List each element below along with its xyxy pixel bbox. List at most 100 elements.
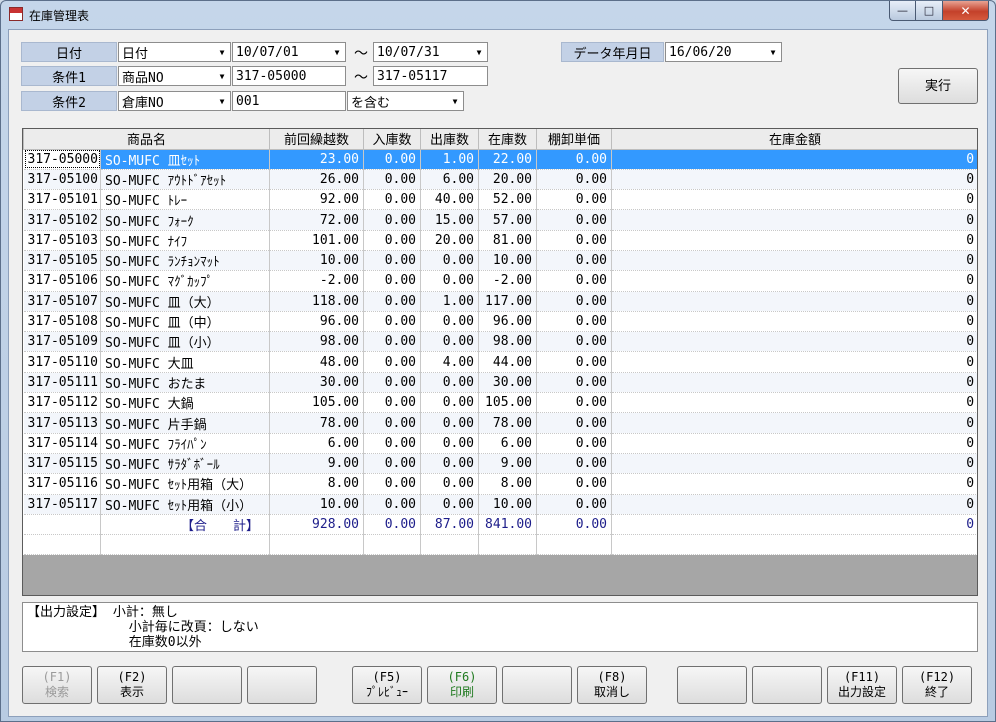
cell-product-name[interactable]: SO-MUFC ﾄﾚｰ (100, 189, 271, 211)
cell-unit-price[interactable]: 0.00 (536, 372, 613, 394)
cell-shipped[interactable]: 0.00 (420, 311, 480, 333)
header-received[interactable]: 入庫数 (363, 129, 422, 150)
cell-unit-price[interactable]: 0.00 (536, 392, 613, 414)
cell-product-name[interactable]: SO-MUFC 皿ｾｯﾄ (100, 149, 271, 170)
table-row[interactable]: 317-05117 SO-MUFC ｾｯﾄ用箱（小） 10.00 0.00 0.00 10… (23, 494, 977, 515)
table-row[interactable]: 317-05102 SO-MUFC ﾌｫｰｸ 72.00 0.00 15.00 57.00… (23, 209, 977, 231)
cell-shipped[interactable]: 0.00 (420, 412, 480, 434)
empty-row[interactable] (23, 534, 977, 556)
cell-shipped[interactable]: 0.00 (420, 250, 480, 272)
cell-product-name[interactable]: SO-MUFC おたま (100, 372, 271, 394)
cell-stock-value[interactable]: 0 (611, 250, 977, 272)
cell-shipped[interactable]: 0.00 (420, 392, 480, 414)
cell-stock[interactable]: 52.00 (478, 189, 538, 211)
chevron-down-icon[interactable]: ▼ (329, 43, 345, 61)
cell-received[interactable]: 0.00 (363, 291, 422, 312)
cell-unit-price[interactable]: 0.00 (536, 250, 613, 272)
cell-unit-price[interactable]: 0.00 (536, 311, 613, 333)
cell-unit-price[interactable]: 0.00 (536, 209, 613, 231)
cell-received[interactable]: 0.00 (363, 392, 422, 414)
cell-product-no[interactable]: 317-05114 (23, 433, 101, 454)
cell-unit-price[interactable]: 0.00 (536, 270, 613, 292)
table-row[interactable]: 317-05113 SO-MUFC 片手鍋 78.00 0.00 0.00 78.00 0.… (23, 412, 977, 434)
cell-stock-value[interactable]: 0 (611, 331, 977, 353)
header-stock-value[interactable]: 在庫金額 (611, 129, 977, 150)
cell-unit-price[interactable]: 0.00 (536, 149, 613, 170)
table-row[interactable]: 317-05101 SO-MUFC ﾄﾚｰ 92.00 0.00 40.00 52.00 0… (23, 189, 977, 211)
cell-received[interactable]: 0.00 (363, 189, 422, 211)
cell-product-name[interactable]: SO-MUFC ｾｯﾄ用箱（小） (100, 494, 271, 515)
cell-stock[interactable]: 96.00 (478, 311, 538, 333)
cell-stock-value[interactable]: 0 (611, 433, 977, 454)
cell-product-no[interactable]: 317-05106 (23, 270, 101, 292)
cell-stock[interactable]: -2.00 (478, 270, 538, 292)
cell-product-name[interactable]: SO-MUFC ｱｳﾄﾄﾞｱｾｯﾄ (100, 169, 271, 191)
cell-stock-value[interactable]: 0 (611, 270, 977, 292)
cell-product-no[interactable]: 317-05101 (23, 189, 101, 211)
cell-shipped[interactable]: 0.00 (420, 270, 480, 292)
empty-cell[interactable] (611, 534, 977, 556)
cell-product-no[interactable]: 317-05115 (23, 453, 101, 475)
cell-shipped[interactable]: 40.00 (420, 189, 480, 211)
cell-stock[interactable]: 10.00 (478, 250, 538, 272)
cell-stock[interactable]: 81.00 (478, 230, 538, 251)
condition1-to-input[interactable]: 317-05117 (373, 66, 488, 86)
function-key-f11-button[interactable]: (F11) 出力設定 (827, 666, 897, 704)
function-key-f8-button[interactable]: (F8) 取消し (577, 666, 647, 704)
cell-carryover[interactable]: 101.00 (269, 230, 365, 251)
cell-product-no[interactable]: 317-05103 (23, 230, 101, 251)
chevron-down-icon[interactable]: ▼ (214, 67, 230, 85)
table-row[interactable]: 317-05116 SO-MUFC ｾｯﾄ用箱（大） 8.00 0.00 0.00 8.0… (23, 473, 977, 495)
empty-cell[interactable] (478, 534, 538, 556)
cell-shipped[interactable]: 15.00 (420, 209, 480, 231)
cell-stock-value[interactable]: 0 (611, 372, 977, 394)
cell-unit-price[interactable]: 0.00 (536, 433, 613, 454)
empty-cell[interactable] (100, 534, 271, 556)
cell-stock[interactable]: 9.00 (478, 453, 538, 475)
cell-received[interactable]: 0.00 (363, 494, 422, 515)
empty-cell[interactable] (363, 534, 422, 556)
condition2-value-input[interactable]: 001 (232, 91, 346, 111)
cell-stock-value[interactable]: 0 (611, 392, 977, 414)
cell-received[interactable]: 0.00 (363, 473, 422, 495)
function-key-f2-button[interactable]: (F2) 表示 (97, 666, 167, 704)
cell-stock[interactable]: 30.00 (478, 372, 538, 394)
cell-shipped[interactable]: 1.00 (420, 291, 480, 312)
header-stock[interactable]: 在庫数 (478, 129, 538, 150)
cell-received[interactable]: 0.00 (363, 250, 422, 272)
cell-stock-value[interactable]: 0 (611, 412, 977, 434)
run-button[interactable]: 実行 (898, 68, 978, 104)
cell-product-name[interactable]: SO-MUFC 大皿 (100, 351, 271, 373)
cell-carryover[interactable]: 72.00 (269, 209, 365, 231)
cell-stock-value[interactable]: 0 (611, 453, 977, 475)
cell-product-no[interactable]: 317-05117 (23, 494, 101, 515)
cell-product-no[interactable]: 317-05000 (23, 149, 101, 170)
cell-stock[interactable]: 105.00 (478, 392, 538, 414)
cell-product-name[interactable]: SO-MUFC 皿（中） (100, 311, 271, 333)
close-button[interactable]: ✕ (943, 1, 989, 21)
cell-received[interactable]: 0.00 (363, 230, 422, 251)
cell-carryover[interactable]: 8.00 (269, 473, 365, 495)
cell-carryover[interactable]: -2.00 (269, 270, 365, 292)
cell-received[interactable]: 0.00 (363, 311, 422, 333)
cell-product-no[interactable]: 317-05113 (23, 412, 101, 434)
table-row[interactable]: 317-05106 SO-MUFC ﾏｸﾞｶｯﾌﾟ -2.00 0.00 0.00 -2.… (23, 270, 977, 292)
cell-received[interactable]: 0.00 (363, 270, 422, 292)
table-row[interactable]: 317-05105 SO-MUFC ﾗﾝﾁｮﾝﾏｯﾄ 10.00 0.00 0.00 10… (23, 250, 977, 272)
cell-stock-value[interactable]: 0 (611, 209, 977, 231)
cell-carryover[interactable]: 23.00 (269, 149, 365, 170)
cell-carryover[interactable]: 10.00 (269, 250, 365, 272)
inventory-grid[interactable]: 商品名 前回繰越数 入庫数 出庫数 在庫数 棚卸単価 在庫金額 317-05000 SO-MU… (22, 128, 978, 596)
cell-product-no[interactable]: 317-05102 (23, 209, 101, 231)
cell-unit-price[interactable]: 0.00 (536, 412, 613, 434)
cell-unit-price[interactable]: 0.00 (536, 331, 613, 353)
cell-product-name[interactable]: SO-MUFC 片手鍋 (100, 412, 271, 434)
cell-unit-price[interactable]: 0.00 (536, 291, 613, 312)
header-carryover[interactable]: 前回繰越数 (269, 129, 365, 150)
cell-product-name[interactable]: SO-MUFC ｻﾗﾀﾞﾎﾞｰﾙ (100, 453, 271, 475)
table-row[interactable]: 317-05112 SO-MUFC 大鍋 105.00 0.00 0.00 105.00 0… (23, 392, 977, 414)
cell-carryover[interactable]: 30.00 (269, 372, 365, 394)
table-row[interactable]: 317-05108 SO-MUFC 皿（中） 96.00 0.00 0.00 96.00 0… (23, 311, 977, 333)
date-to-picker[interactable]: 10/07/31 ▼ (373, 42, 488, 62)
table-row[interactable]: 317-05000 SO-MUFC 皿ｾｯﾄ 23.00 0.00 1.00 22.00 0… (23, 149, 977, 170)
